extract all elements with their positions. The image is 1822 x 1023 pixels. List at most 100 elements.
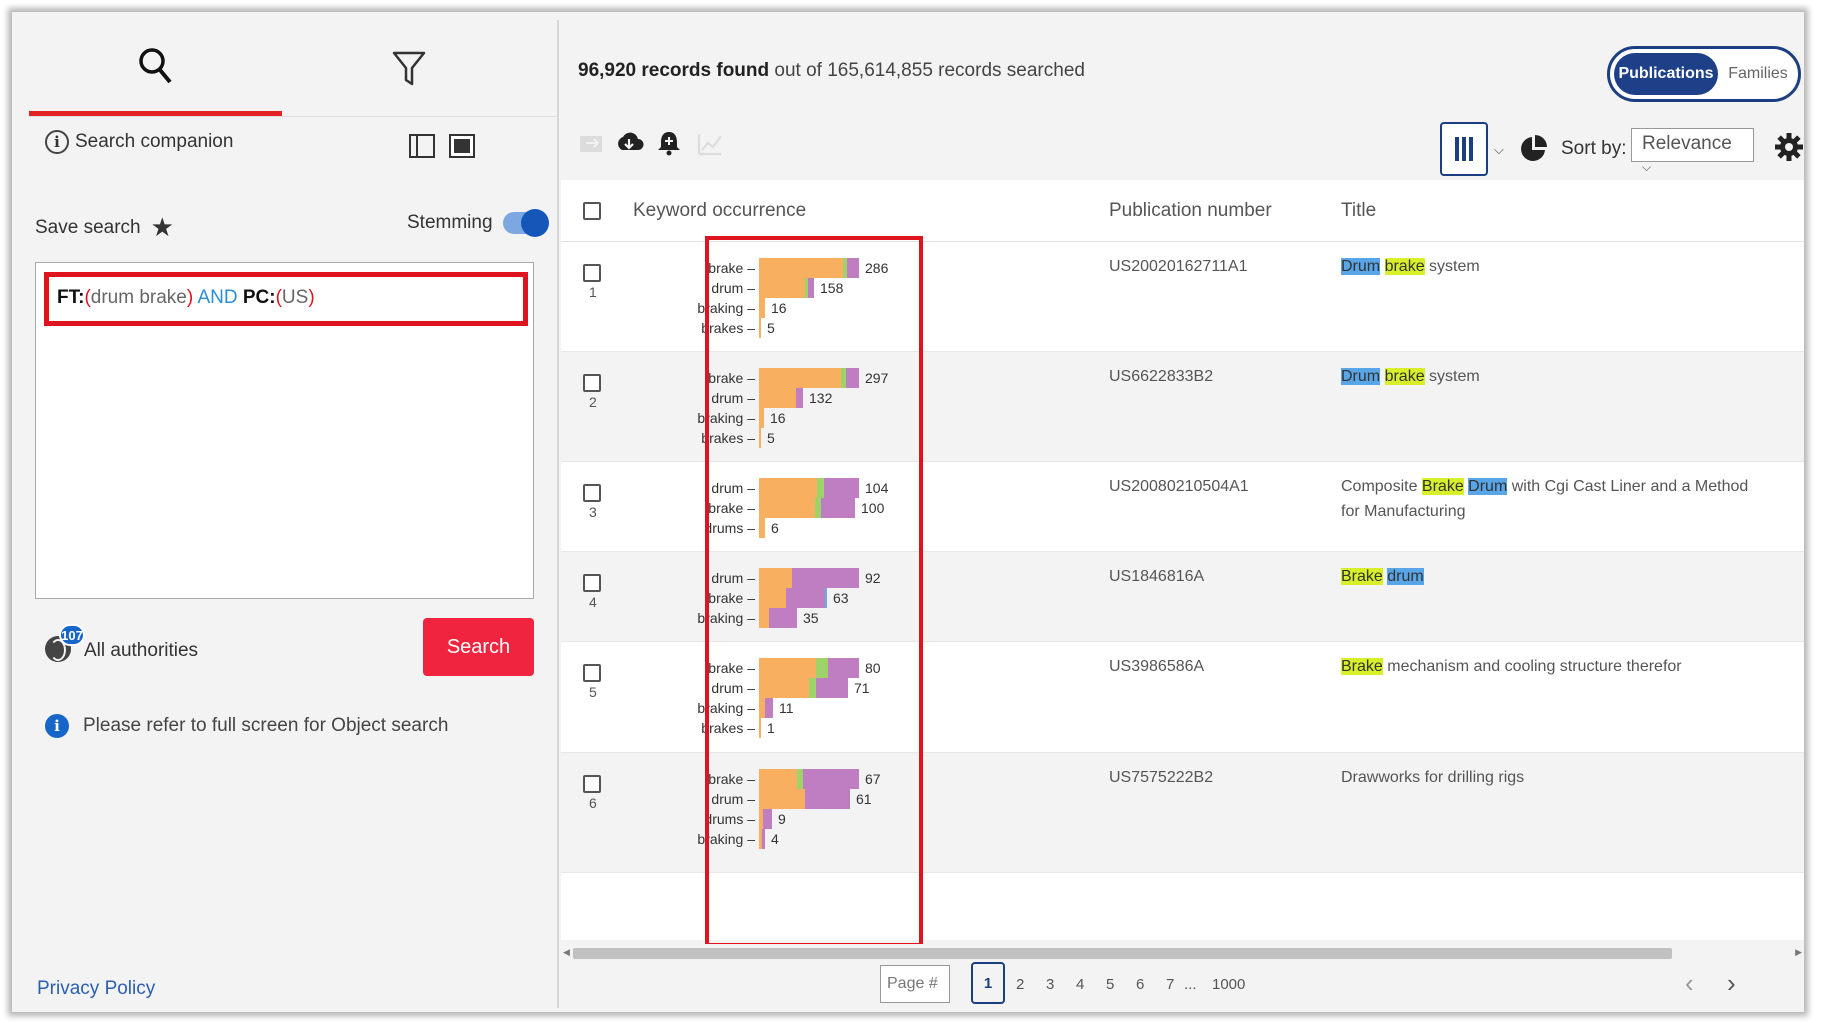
row-number: 1 xyxy=(589,284,597,300)
title-text: system xyxy=(1424,258,1480,275)
search-button[interactable]: Search xyxy=(423,618,534,676)
column-view-button[interactable] xyxy=(1440,122,1488,176)
sort-value: Relevance xyxy=(1642,133,1732,154)
row-checkbox[interactable] xyxy=(583,484,601,502)
publication-number[interactable]: US6622833B2 xyxy=(1109,368,1213,386)
publication-title[interactable]: Drum brake system xyxy=(1341,254,1771,279)
row-number: 2 xyxy=(589,394,597,410)
row-number: 3 xyxy=(589,504,597,520)
row-checkbox[interactable] xyxy=(583,664,601,682)
title-text: system xyxy=(1424,368,1480,385)
col-publication-number[interactable]: Publication number xyxy=(1109,200,1272,222)
save-search-label: Save search xyxy=(35,216,141,238)
publication-number[interactable]: US1846816A xyxy=(1109,568,1204,586)
row-checkbox[interactable] xyxy=(583,264,601,282)
results-panel: 96,920 records found out of 165,614,855 … xyxy=(561,20,1804,1008)
col-keyword-occurrence[interactable]: Keyword occurrence xyxy=(633,200,806,222)
publication-title[interactable]: Composite Brake Drum with Cgi Cast Liner… xyxy=(1341,474,1771,524)
note-text: Please refer to full screen for Object s… xyxy=(83,715,449,736)
publication-number[interactable]: US20080210504A1 xyxy=(1109,478,1249,496)
download-icon[interactable] xyxy=(614,128,644,158)
query-operator: AND xyxy=(197,287,238,308)
tab-search[interactable] xyxy=(29,20,282,116)
row-checkbox[interactable] xyxy=(583,775,601,793)
highlighted-term: brake xyxy=(1384,258,1425,275)
page-6[interactable]: 6 xyxy=(1136,976,1144,993)
page-7[interactable]: 7 xyxy=(1166,976,1174,993)
info-icon: i xyxy=(45,714,69,738)
row-number: 6 xyxy=(589,795,597,811)
publication-title[interactable]: Drawworks for drilling rigs xyxy=(1341,765,1771,790)
title-text: Drawworks for drilling rigs xyxy=(1341,769,1525,786)
companion-label: Search companion xyxy=(75,131,234,152)
title-text: Composite xyxy=(1341,478,1422,495)
publication-number[interactable]: US3986586A xyxy=(1109,658,1204,676)
query-field-key: FT: xyxy=(57,287,85,308)
column-bar-icon xyxy=(1455,137,1459,161)
object-search-note: i Please refer to full screen for Object… xyxy=(45,714,448,738)
tab-filter[interactable] xyxy=(282,20,535,116)
publication-title[interactable]: Brake drum xyxy=(1341,564,1771,589)
highlighted-term: Brake xyxy=(1341,658,1383,675)
scroll-right-icon[interactable]: ▶ xyxy=(1795,947,1802,958)
keyword-occurrence-highlight xyxy=(705,236,923,947)
alert-bell-icon[interactable] xyxy=(654,128,684,158)
query-text[interactable]: FT:(drum brake) AND PC:(US) xyxy=(44,272,528,326)
sort-select[interactable]: Relevance ⌵ xyxy=(1631,128,1754,174)
app-frame: i Search companion Save search ★ Stemmin… xyxy=(12,12,1804,1012)
query-editor[interactable]: FT:(drum brake) AND PC:(US) xyxy=(35,262,534,599)
query-paren: ) xyxy=(186,287,194,308)
col-title[interactable]: Title xyxy=(1341,200,1376,222)
row-checkbox[interactable] xyxy=(583,574,601,592)
title-text xyxy=(1380,258,1384,275)
stemming-toggle[interactable] xyxy=(502,209,549,237)
page-4[interactable]: 4 xyxy=(1076,976,1084,993)
publications-button[interactable]: Publications xyxy=(1614,53,1718,95)
column-bar-icon xyxy=(1462,137,1466,161)
records-searched: out of 165,614,855 records searched xyxy=(774,60,1085,81)
gear-icon[interactable] xyxy=(1774,132,1804,162)
page-2[interactable]: 2 xyxy=(1016,976,1024,993)
privacy-policy-link[interactable]: Privacy Policy xyxy=(37,978,155,1000)
row-number: 4 xyxy=(589,594,597,610)
scrollbar-thumb[interactable] xyxy=(573,948,1672,959)
query-terms: drum brake xyxy=(90,287,187,308)
scroll-left-icon[interactable]: ◀ xyxy=(563,947,570,958)
select-all-checkbox[interactable] xyxy=(583,202,601,220)
page-ellipsis: ... xyxy=(1184,976,1197,993)
info-icon: i xyxy=(45,130,69,154)
chevron-down-icon[interactable]: ⌵ xyxy=(1494,142,1504,158)
stemming-label: Stemming xyxy=(407,212,493,233)
highlighted-term: brake xyxy=(1384,368,1425,385)
title-text xyxy=(1380,368,1384,385)
search-companion[interactable]: i Search companion xyxy=(45,130,233,154)
page-3[interactable]: 3 xyxy=(1046,976,1054,993)
full-pane-icon[interactable] xyxy=(449,134,475,158)
star-icon[interactable]: ★ xyxy=(151,212,174,243)
pie-chart-icon[interactable] xyxy=(1519,134,1549,164)
highlighted-term: Brake xyxy=(1421,478,1464,495)
families-button[interactable]: Families xyxy=(1722,53,1794,95)
sort-label: Sort by: xyxy=(1561,138,1627,159)
horizontal-scrollbar[interactable]: ◀ ▶ xyxy=(561,944,1804,962)
table-header: Keyword occurrence Publication number Ti… xyxy=(561,180,1804,242)
authorities-selector[interactable]: All authorities xyxy=(84,640,198,662)
save-search[interactable]: Save search ★ xyxy=(35,212,174,243)
page-last[interactable]: 1000 xyxy=(1212,976,1245,993)
next-page-icon[interactable]: › xyxy=(1727,968,1736,999)
page-1[interactable]: 1 xyxy=(971,962,1005,1004)
highlighted-term: Drum xyxy=(1468,478,1508,495)
page-number-input[interactable]: Page # xyxy=(880,965,950,1003)
publication-title[interactable]: Drum brake system xyxy=(1341,364,1771,389)
publication-number[interactable]: US7575222B2 xyxy=(1109,769,1213,787)
analytics-icon[interactable] xyxy=(695,128,725,158)
highlighted-term: Drum xyxy=(1341,368,1381,385)
row-checkbox[interactable] xyxy=(583,374,601,392)
export-icon[interactable] xyxy=(577,128,607,158)
single-pane-icon[interactable] xyxy=(409,134,435,158)
stemming-control: Stemming xyxy=(407,209,549,237)
page-5[interactable]: 5 xyxy=(1106,976,1114,993)
publication-title[interactable]: Brake mechanism and cooling structure th… xyxy=(1341,654,1771,679)
publication-number[interactable]: US20020162711A1 xyxy=(1109,258,1248,276)
prev-page-icon[interactable]: ‹ xyxy=(1685,968,1694,999)
